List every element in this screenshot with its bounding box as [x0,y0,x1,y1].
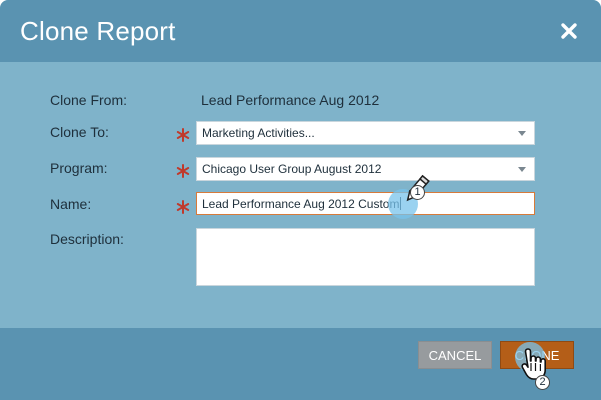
name-input-value: Lead Performance Aug 2012 Custom [202,197,402,211]
program-label: Program: [50,160,108,176]
clone-to-label: Clone To: [50,124,109,140]
step-2-number: 2 [535,375,550,390]
clone-from-value: Lead Performance Aug 2012 [201,92,380,108]
step-1-number: 1 [410,185,425,200]
required-star-icon [176,200,190,214]
clone-report-dialog: Clone Report Clone From: Lead Performanc… [0,0,601,400]
chevron-down-icon [518,131,526,136]
cancel-button[interactable]: CANCEL [418,341,492,369]
required-star-icon [176,164,190,178]
name-input[interactable]: Lead Performance Aug 2012 Custom [196,192,535,215]
required-star-icon [176,128,190,142]
clone-from-label: Clone From: [50,92,128,108]
description-textarea[interactable] [196,228,535,286]
description-label: Description: [50,231,124,247]
program-select[interactable]: Chicago User Group August 2012 [196,157,535,181]
dialog-title: Clone Report [20,16,176,46]
chevron-down-icon [518,167,526,172]
dialog-titlebar: Clone Report [0,0,601,62]
close-icon [561,23,577,39]
close-button[interactable] [556,18,582,44]
clone-to-selected: Marketing Activities... [202,126,315,140]
name-label: Name: [50,196,92,212]
program-selected: Chicago User Group August 2012 [202,162,382,176]
clone-to-select[interactable]: Marketing Activities... [196,121,535,145]
